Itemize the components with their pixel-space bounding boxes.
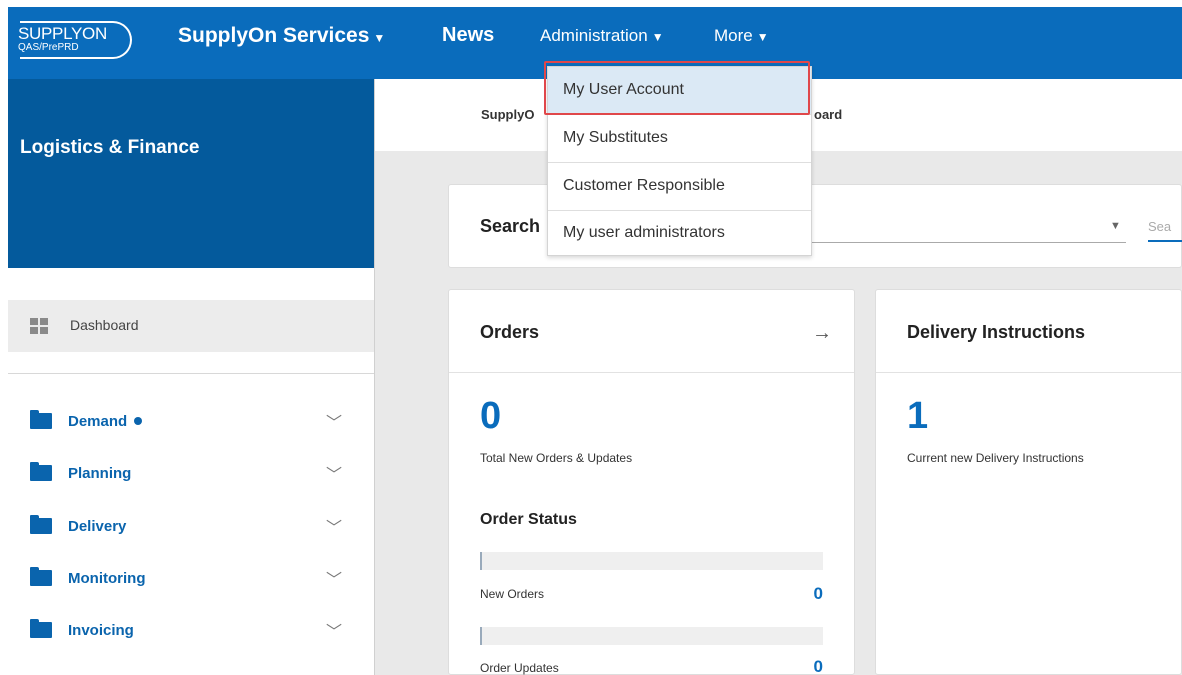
delivery-instructions-title: Delivery Instructions <box>907 322 1086 342</box>
order-updates-progress-bar <box>480 627 823 645</box>
sidebar-item-label: Delivery <box>68 518 127 535</box>
chevron-down-icon[interactable]: ﹀ <box>326 618 342 642</box>
search-category-select[interactable] <box>810 242 1126 243</box>
logo-environment: QAS/PrePRD <box>18 42 79 53</box>
sidebar-item-monitoring[interactable]: Monitoring ﹀ <box>8 562 374 594</box>
search-label: Search <box>480 216 541 236</box>
sidebar-item-label: Monitoring <box>68 570 146 587</box>
delivery-instructions-card <box>875 289 1182 675</box>
card-divider <box>449 372 854 373</box>
chevron-down-icon[interactable]: ﹀ <box>326 409 342 433</box>
orders-card <box>448 289 855 675</box>
administration-label: Administration <box>540 26 648 45</box>
sidebar-item-label: Demand <box>68 413 143 430</box>
notification-dot <box>134 417 143 425</box>
dashboard-icon <box>30 318 48 334</box>
delivery-instructions-count[interactable]: 1 <box>907 395 928 438</box>
folder-icon <box>30 619 52 638</box>
caret-down-icon: ▼ <box>373 31 386 45</box>
new-orders-label: New Orders <box>480 587 545 601</box>
menu-item-label: My Substitutes <box>563 129 668 146</box>
sidebar-item-dashboard[interactable]: Dashboard <box>8 300 374 352</box>
delivery-instructions-label: Current new Delivery Instructions <box>907 451 1084 465</box>
sidebar-item-planning[interactable]: Planning ﹀ <box>8 457 374 489</box>
order-status-title: Order Status <box>480 511 577 528</box>
more-label: More <box>714 26 753 45</box>
breadcrumb-current: oard <box>814 107 843 122</box>
menu-item-my-substitutes[interactable]: My Substitutes <box>548 115 811 163</box>
caret-down-icon: ▼ <box>651 30 664 44</box>
sidebar-item-invoicing[interactable]: Invoicing ﹀ <box>8 614 374 646</box>
orders-total-count[interactable]: 0 <box>480 395 501 438</box>
arrow-right-icon[interactable]: → <box>812 322 832 345</box>
orders-total-label: Total New Orders & Updates <box>480 451 633 465</box>
menu-item-label: My user administrators <box>563 224 725 241</box>
highlight-box <box>544 61 810 115</box>
caret-down-icon[interactable]: ▼ <box>1110 220 1121 232</box>
menu-item-my-user-administrators[interactable]: My user administrators <box>548 210 811 258</box>
sidebar-item-label: Planning <box>68 465 132 482</box>
order-updates-value[interactable]: 0 <box>793 657 823 675</box>
administration-menu[interactable]: Administration ▼ <box>540 26 664 46</box>
chevron-down-icon[interactable]: ﹀ <box>326 566 342 590</box>
search-input[interactable] <box>1148 212 1182 242</box>
sidebar-header <box>8 79 374 268</box>
news-link[interactable]: News <box>442 24 494 47</box>
logo-text[interactable]: SUPPLYON <box>18 24 107 44</box>
folder-icon <box>30 567 52 586</box>
new-orders-value[interactable]: 0 <box>793 584 823 604</box>
orders-title: Orders <box>480 322 540 342</box>
breadcrumb-root[interactable]: SupplyO <box>481 107 534 122</box>
sidebar-item-delivery[interactable]: Delivery ﹀ <box>8 510 374 542</box>
folder-icon <box>30 462 52 481</box>
sidebar-item-label: Invoicing <box>68 622 134 639</box>
order-updates-label: Order Updates <box>480 661 559 675</box>
sidebar-title: Logistics & Finance <box>20 137 200 158</box>
menu-item-label: Customer Responsible <box>563 177 725 194</box>
new-orders-progress-bar <box>480 552 823 570</box>
menu-item-customer-responsible[interactable]: Customer Responsible <box>548 163 811 211</box>
folder-icon <box>30 410 52 429</box>
dashboard-label: Dashboard <box>70 317 139 333</box>
card-divider <box>876 372 1181 373</box>
supplyon-services-label: SupplyOn Services <box>178 24 370 47</box>
chevron-down-icon[interactable]: ﹀ <box>326 514 342 538</box>
chevron-down-icon[interactable]: ﹀ <box>326 461 342 485</box>
caret-down-icon: ▼ <box>756 30 769 44</box>
folder-icon <box>30 515 52 534</box>
sidebar-item-demand[interactable]: Demand ﹀ <box>8 405 374 437</box>
supplyon-services-menu[interactable]: SupplyOn Services ▼ <box>178 24 385 48</box>
sidebar-divider <box>8 373 374 374</box>
more-menu[interactable]: More ▼ <box>714 26 769 46</box>
